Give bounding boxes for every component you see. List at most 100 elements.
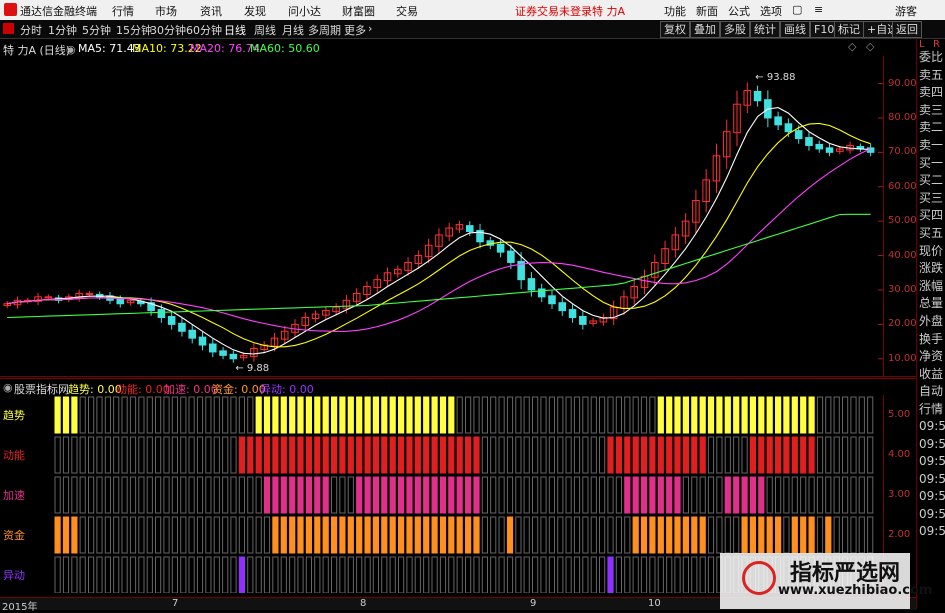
tick-time: 09:5 xyxy=(919,471,945,486)
indicator-bar xyxy=(448,556,455,593)
indicator-bar xyxy=(96,556,103,593)
indicator-bar xyxy=(808,436,815,474)
indicator-bar xyxy=(448,396,455,434)
indicator-bar xyxy=(322,436,329,474)
indicator-bar xyxy=(465,476,472,514)
indicator-bar xyxy=(431,436,438,474)
new-layout-button[interactable]: 新面 xyxy=(696,3,718,19)
period-tab-intraday[interactable]: 分时 xyxy=(20,22,42,38)
indicator-bar xyxy=(222,436,229,474)
overlay-button[interactable]: 叠加 xyxy=(690,21,720,38)
period-tab-daily[interactable]: 日线 xyxy=(224,22,246,38)
login-warning[interactable]: 证券交易未登录 xyxy=(515,3,592,19)
indicator-bar xyxy=(490,516,497,554)
indicator-bar xyxy=(632,396,639,434)
indicator-bar xyxy=(414,396,421,434)
formula-button[interactable]: 公式 xyxy=(728,3,750,19)
indicator-settings-icon[interactable]: ◉ xyxy=(3,381,13,394)
indicator-bar xyxy=(741,516,748,554)
quote-field-label: 委比 xyxy=(919,50,944,64)
back-button[interactable]: 返回 xyxy=(892,21,922,38)
expand-icon[interactable]: ◇ xyxy=(866,40,874,53)
indicator-bar xyxy=(439,556,447,593)
indicator-bar xyxy=(389,516,396,554)
indicator-bar xyxy=(255,516,262,554)
indicator-bar xyxy=(842,436,849,474)
period-tab-more[interactable]: 更多 xyxy=(344,22,366,38)
indicator-bar xyxy=(62,436,70,474)
indicator-bar xyxy=(657,516,664,554)
indicator-bar xyxy=(816,476,824,514)
indicator-bar xyxy=(624,516,631,554)
stats-button[interactable]: 统计 xyxy=(750,21,780,38)
indicator-bar xyxy=(682,396,689,434)
indicator-bar xyxy=(573,556,581,593)
indicator-bar xyxy=(649,436,656,474)
period-tab-15min[interactable]: 15分钟 xyxy=(116,22,152,38)
indicator-bar xyxy=(666,556,673,593)
indicator-bar xyxy=(138,436,145,474)
mark-button[interactable]: 标记 xyxy=(834,21,864,38)
indicator-bar xyxy=(741,476,748,514)
menu-icon[interactable]: ≡ xyxy=(814,3,823,16)
indicator-bar xyxy=(247,516,254,554)
indicator-bar xyxy=(565,556,572,593)
candlestick-chart[interactable]: ← 93.88 ← 9.88 xyxy=(0,56,884,376)
indicator-bar xyxy=(867,516,874,554)
indicator-bar xyxy=(565,396,572,434)
indicator-bar xyxy=(590,476,597,514)
indicator-bar xyxy=(104,436,112,474)
indicator-bar xyxy=(515,516,522,554)
price-axis: 90.00 80.00 70.00 60.00 50.00 40.00 30.00 20.00… xyxy=(884,56,917,376)
app-logo-icon xyxy=(4,3,17,16)
quote-field-label: 收益 xyxy=(919,366,944,381)
chevron-right-icon[interactable]: › xyxy=(368,22,372,35)
menu-news[interactable]: 资讯 xyxy=(200,3,222,19)
indicator-bar xyxy=(523,516,530,554)
minimize-icon[interactable]: ▢ xyxy=(792,3,802,16)
function-button[interactable]: 功能 xyxy=(664,3,686,19)
menu-exchange[interactable]: 市场 xyxy=(155,3,177,19)
menu-discover[interactable]: 发现 xyxy=(244,3,266,19)
period-tab-1min[interactable]: 1分钟 xyxy=(48,22,77,38)
indicator-bar xyxy=(456,436,463,474)
indicator-bar xyxy=(666,436,673,474)
options-button[interactable]: 选项 xyxy=(760,3,782,19)
adjust-button[interactable]: 复权 xyxy=(660,21,690,38)
indicator-bar xyxy=(305,476,312,514)
indicator-bar xyxy=(364,516,371,554)
ma-settings-icon[interactable]: ◉ xyxy=(66,43,76,56)
indicator-bar xyxy=(62,396,70,434)
indicator-bar xyxy=(331,556,338,593)
period-tab-weekly[interactable]: 周线 xyxy=(254,22,276,38)
menu-market[interactable]: 行情 xyxy=(112,3,134,19)
period-tab-monthly[interactable]: 月线 xyxy=(282,22,304,38)
indicator-bar xyxy=(506,556,514,593)
indicator-bar xyxy=(381,436,388,474)
price-tick-label: 10.00 xyxy=(888,352,917,364)
menu-trade[interactable]: 交易 xyxy=(396,3,418,19)
period-tab-60min[interactable]: 60分钟 xyxy=(186,22,222,38)
indicator-bar xyxy=(473,396,480,434)
indicator-bar xyxy=(523,396,530,434)
indicator-bar xyxy=(347,396,354,434)
guest-label[interactable]: 游客 xyxy=(895,3,917,19)
menu-wealth[interactable]: 财富圈 xyxy=(342,3,375,19)
period-tab-30min[interactable]: 30分钟 xyxy=(150,22,186,38)
indicator-bar xyxy=(121,556,128,593)
indicator-bar xyxy=(398,556,405,593)
indicator-bar xyxy=(347,556,354,593)
period-tab-5min[interactable]: 5分钟 xyxy=(82,22,111,38)
indicator-bar xyxy=(280,436,287,474)
diamond-icon[interactable]: ◇ xyxy=(848,40,856,53)
indicator-bar xyxy=(682,556,689,593)
menu-ask[interactable]: 问小达 xyxy=(288,3,321,19)
indicator-bar xyxy=(749,516,756,554)
high-price-label: ← 93.88 xyxy=(755,72,795,83)
multi-stock-button[interactable]: 多股 xyxy=(720,21,750,38)
draw-button[interactable]: 画线 xyxy=(780,21,810,38)
indicator-bar xyxy=(557,556,564,593)
indicator-bar xyxy=(414,476,421,514)
period-tab-multi[interactable]: 多周期 xyxy=(308,22,341,38)
indicator-bar xyxy=(247,436,254,474)
